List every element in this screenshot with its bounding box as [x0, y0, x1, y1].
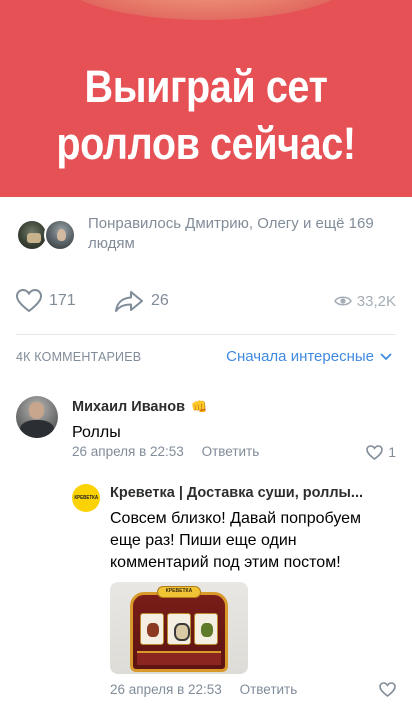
reply-button[interactable]: Ответить [202, 444, 260, 459]
post-banner-image[interactable]: Выиграй сет роллов сейчас! [0, 0, 412, 197]
avatar[interactable]: КРЕВЕТКА [72, 484, 100, 512]
comment-author-name: Михаил Иванов [72, 399, 186, 415]
comment-text: Совсем близко! Давай попробуем еще раз! … [110, 510, 362, 571]
liker-avatars [16, 219, 80, 251]
views-count: 33,2K [356, 292, 396, 310]
banner-headline-line1: Выиграй сет [84, 61, 328, 112]
comment-meta: 26 апреля в 22:53 Ответить [72, 444, 259, 459]
avatar [44, 219, 76, 251]
comment-date: 26 апреля в 22:53 [72, 444, 184, 459]
comment-like-button[interactable]: 1 [366, 444, 396, 460]
slot-reel [140, 613, 164, 645]
slot-reels [140, 613, 218, 645]
slot-machine-sign: КРЕВЕТКА [157, 586, 201, 598]
comment-attachment-image[interactable]: КРЕВЕТКА [110, 582, 248, 674]
comments-count: 4К КОММЕНТАРИЕВ [16, 350, 142, 364]
comments-header: 4К КОММЕНТАРИЕВ Сначала интересные [16, 348, 396, 370]
chevron-down-icon [380, 353, 392, 360]
avatar[interactable] [16, 396, 58, 438]
views-counter: 33,2K [333, 288, 396, 314]
banner-product-photo [56, 0, 356, 20]
comment-author[interactable]: Михаил Иванов 👊 [72, 399, 207, 415]
heart-icon [379, 682, 396, 697]
slot-reel [194, 613, 218, 645]
banner-headline-line2: роллов сейчас! [56, 118, 356, 169]
comment-meta: 26 апреля в 22:53 Ответить [110, 682, 297, 697]
comments-sort-dropdown[interactable]: Сначала интересные [226, 348, 392, 365]
likers-row[interactable]: Понравилось Дмитрию, Олегу и ещё 169 люд… [16, 214, 404, 254]
slot-reel [167, 613, 191, 645]
sort-label: Сначала интересные [226, 348, 374, 365]
share-button[interactable]: 26 [114, 288, 169, 314]
likers-text: Понравилось Дмитрию, Олегу и ещё 169 люд… [88, 215, 374, 252]
heart-icon [16, 289, 42, 313]
comment-author[interactable]: Креветка | Доставка суши, роллы... [110, 485, 396, 501]
share-count: 26 [151, 292, 169, 309]
divider [16, 334, 396, 335]
comment-text: Роллы [72, 424, 121, 441]
fist-badge-icon: 👊 [191, 399, 208, 414]
avatar-logo-text: КРЕВЕТКА [74, 495, 98, 501]
like-count: 171 [49, 292, 76, 309]
slot-machine-base [137, 651, 221, 665]
banner-headline: Выиграй сет роллов сейчас! [25, 58, 388, 172]
comment-like-button[interactable] [379, 682, 396, 697]
post-actions-bar: 171 26 33,2K [16, 288, 396, 314]
comment-like-count: 1 [388, 444, 396, 460]
heart-icon [366, 444, 384, 460]
slot-machine-graphic: КРЕВЕТКА [130, 586, 228, 672]
like-button[interactable]: 171 [16, 288, 76, 314]
comment: Михаил Иванов 👊 Роллы 26 апреля в 22:53 … [16, 396, 396, 462]
reply-button[interactable]: Ответить [240, 682, 298, 697]
slot-machine-label: КРЕВЕТКА [165, 588, 193, 594]
comment-reply: КРЕВЕТКА Креветка | Доставка суши, роллы… [72, 484, 396, 704]
eye-icon [333, 296, 352, 306]
comment-date: 26 апреля в 22:53 [110, 682, 222, 697]
share-arrow-icon [115, 291, 143, 312]
